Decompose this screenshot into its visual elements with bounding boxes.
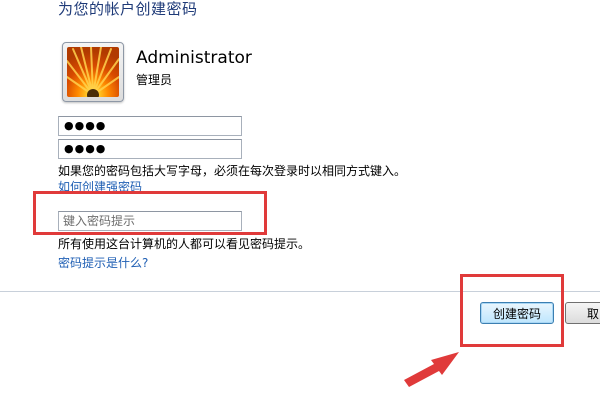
- create-password-button[interactable]: 创建密码: [480, 302, 554, 324]
- account-name: Administrator: [136, 48, 252, 68]
- account-role: 管理员: [136, 73, 173, 87]
- password-hint-input[interactable]: [58, 211, 242, 231]
- flower-picture: [67, 47, 119, 97]
- cancel-button[interactable]: 取: [565, 302, 600, 324]
- divider: [0, 291, 600, 292]
- hint-note: 所有使用这台计算机的人都可以看见密码提示。: [58, 237, 311, 251]
- arrow-shape: [404, 352, 459, 387]
- page-title: 为您的帐户创建密码: [58, 0, 198, 18]
- strong-password-link[interactable]: 如何创建强密码: [58, 178, 142, 195]
- flower-icon: [67, 47, 119, 97]
- avatar: [62, 42, 124, 102]
- new-password-value: ●●●●: [64, 119, 107, 132]
- what-is-hint-link[interactable]: 密码提示是什么?: [58, 254, 148, 271]
- confirm-password-value: ●●●●: [64, 142, 107, 155]
- caps-lock-note: 如果您的密码包括大写字母，必须在每次登录时以相同方式键入。: [58, 164, 407, 178]
